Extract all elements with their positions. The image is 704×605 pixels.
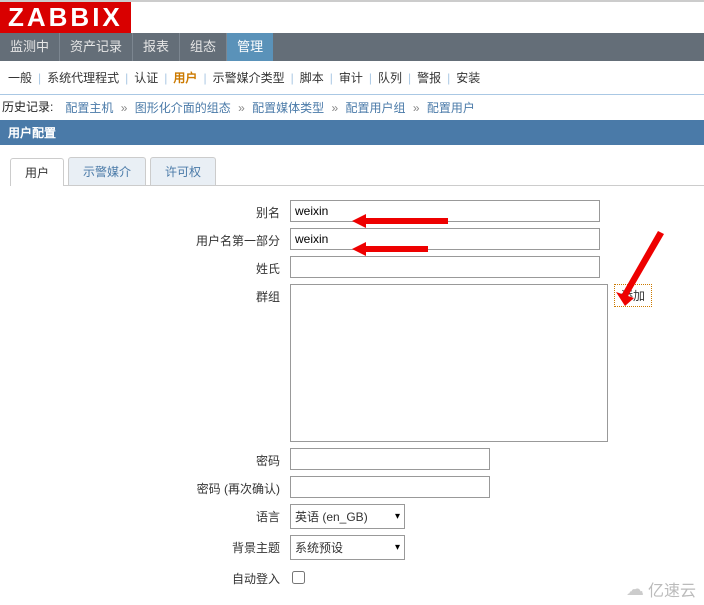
alias-label: 别名 — [20, 200, 290, 221]
submenu-users[interactable]: 用户 — [173, 69, 197, 86]
cloud-icon: ☁ — [626, 579, 644, 600]
name-label: 用户名第一部分 — [20, 228, 290, 249]
surname-label: 姓氏 — [20, 256, 290, 277]
tab-media[interactable]: 示警媒介 — [68, 157, 146, 185]
submenu-proxies[interactable]: 系统代理程式 — [47, 69, 119, 86]
theme-label: 背景主题 — [20, 535, 290, 556]
groups-listbox[interactable] — [290, 284, 608, 442]
logo: ZABBIX — [0, 2, 704, 33]
password2-input[interactable] — [290, 476, 490, 498]
tabs: 用户 示警媒介 许可权 — [10, 157, 704, 186]
password-input[interactable] — [290, 448, 490, 470]
alias-input[interactable] — [290, 200, 600, 222]
submenu-scripts[interactable]: 脚本 — [300, 69, 324, 86]
autologin-checkbox[interactable] — [292, 571, 305, 584]
tab-user[interactable]: 用户 — [10, 158, 64, 186]
menu-reports[interactable]: 报表 — [133, 33, 180, 61]
submenu-general[interactable]: 一般 — [8, 69, 32, 86]
surname-input[interactable] — [290, 256, 600, 278]
section-title: 用户配置 — [0, 120, 704, 145]
menu-inventory[interactable]: 资产记录 — [60, 33, 133, 61]
breadcrumb-item[interactable]: 配置媒体类型 — [252, 101, 342, 115]
submenu-queue[interactable]: 队列 — [378, 69, 402, 86]
history-label: 历史记录: — [2, 100, 53, 114]
breadcrumb-item[interactable]: 配置用户组 — [345, 101, 423, 115]
menu-configuration[interactable]: 组态 — [180, 33, 227, 61]
user-form: 别名 用户名第一部分 姓氏 群组 添加 密码 密码 (再次确认) 语言 英语 (… — [0, 186, 704, 603]
theme-select[interactable]: 系统预设 — [290, 535, 405, 560]
sub-menu: 一般| 系统代理程式| 认证| 用户| 示警媒介类型| 脚本| 审计| 队列| … — [0, 61, 704, 95]
main-menu: 监测中 资产记录 报表 组态 管理 — [0, 33, 704, 61]
breadcrumb-item[interactable]: 配置用户 — [427, 101, 483, 115]
submenu-mediatypes[interactable]: 示警媒介类型 — [213, 69, 285, 86]
autologin-label: 自动登入 — [20, 566, 290, 587]
lang-select[interactable]: 英语 (en_GB) — [290, 504, 405, 529]
submenu-alerts[interactable]: 警报 — [417, 69, 441, 86]
add-button[interactable]: 添加 — [614, 284, 652, 307]
tab-permissions[interactable]: 许可权 — [150, 157, 216, 185]
watermark: ☁ 亿速云 — [626, 577, 696, 601]
menu-monitoring[interactable]: 监测中 — [0, 33, 60, 61]
password-label: 密码 — [20, 448, 290, 469]
name-input[interactable] — [290, 228, 600, 250]
lang-label: 语言 — [20, 504, 290, 525]
breadcrumb-item[interactable]: 配置主机 — [65, 101, 131, 115]
groups-label: 群组 — [20, 284, 290, 305]
menu-administration[interactable]: 管理 — [227, 33, 273, 61]
history-bar: 历史记录: 配置主机 图形化介面的组态 配置媒体类型 配置用户组 配置用户 — [0, 95, 704, 120]
breadcrumb-item[interactable]: 图形化介面的组态 — [135, 101, 249, 115]
submenu-auth[interactable]: 认证 — [134, 69, 158, 86]
submenu-install[interactable]: 安装 — [456, 69, 480, 86]
submenu-audit[interactable]: 审计 — [339, 69, 363, 86]
watermark-text: 亿速云 — [648, 577, 696, 601]
password2-label: 密码 (再次确认) — [20, 476, 290, 497]
